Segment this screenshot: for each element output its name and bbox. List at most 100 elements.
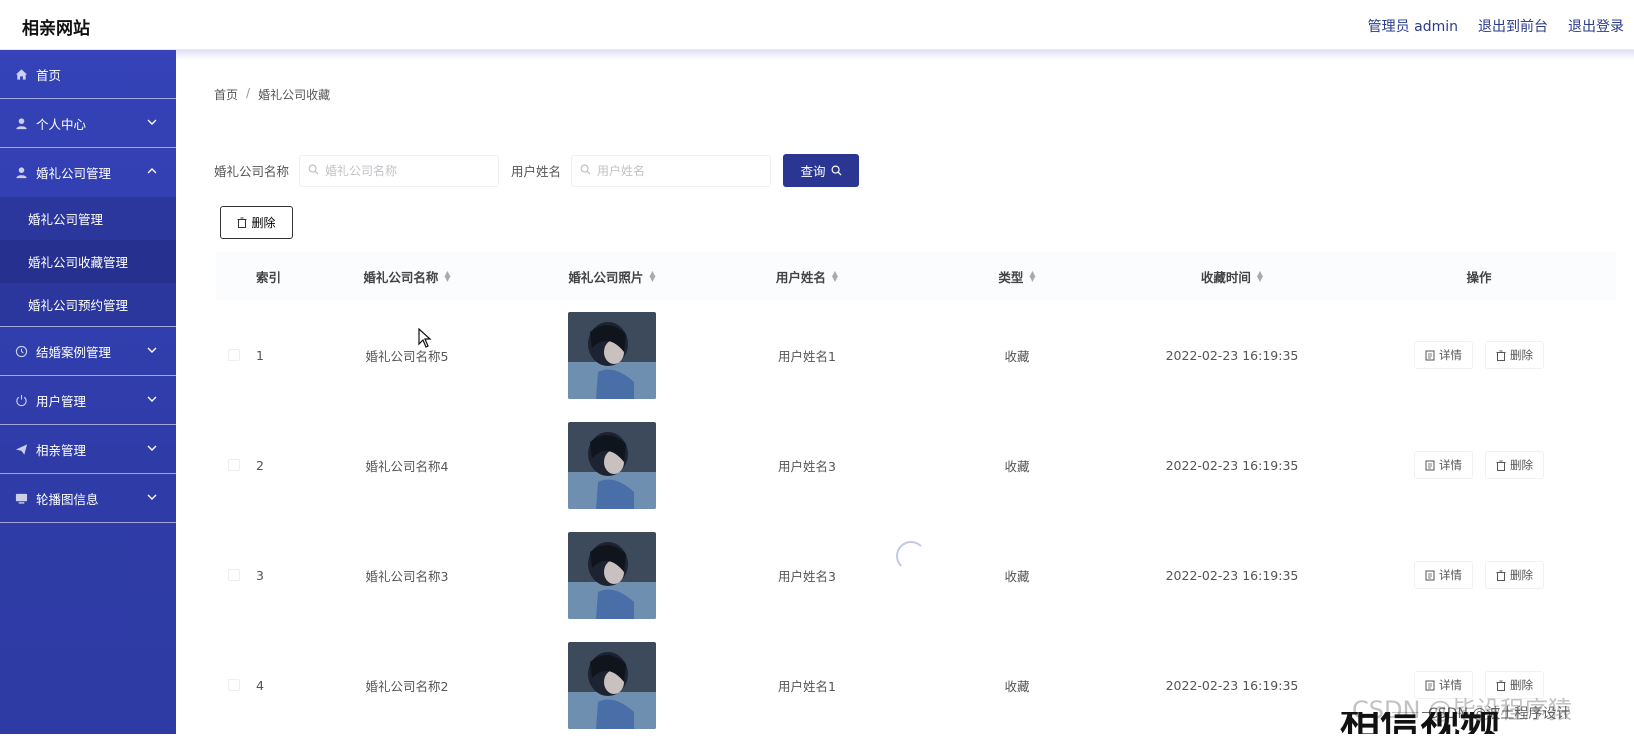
sidebar-item-carousel[interactable]: 轮播图信息 bbox=[0, 474, 176, 523]
row-checkbox-cell bbox=[216, 349, 252, 361]
breadcrumb-current: 婚礼公司收藏 bbox=[258, 88, 331, 102]
exit-to-front-link[interactable]: 退出到前台 bbox=[1478, 16, 1548, 36]
sidebar-item-label: 个人中心 bbox=[36, 116, 87, 132]
company-photo[interactable] bbox=[568, 531, 656, 619]
row-company-name: 婚礼公司名称3 bbox=[365, 568, 449, 584]
row-checkbox[interactable] bbox=[228, 459, 240, 471]
row-type: 收藏 bbox=[1004, 678, 1030, 694]
sidebar-item-label: 用户管理 bbox=[36, 393, 87, 409]
sidebar-item-home[interactable]: 首页 bbox=[0, 50, 176, 99]
breadcrumb-separator: / bbox=[246, 86, 251, 100]
row-checkbox[interactable] bbox=[228, 569, 240, 581]
user-name-input[interactable] bbox=[597, 163, 758, 178]
search-icon bbox=[308, 164, 319, 178]
row-company-name: 婚礼公司名称2 bbox=[365, 678, 449, 694]
row-ops: 详情 删除 bbox=[1342, 451, 1616, 479]
company-photo[interactable] bbox=[568, 641, 656, 729]
detail-button[interactable]: 详情 bbox=[1414, 341, 1473, 369]
table-header: 索引 婚礼公司名称 ▲ ▼ 婚礼公司照片 ▲ ▼ 用户姓名 ▲ ▼ 类型 ▲ ▼ 收藏时… bbox=[216, 252, 1616, 300]
detail-button[interactable]: 详情 bbox=[1414, 451, 1473, 479]
row-ops: 详情 删除 bbox=[1342, 341, 1616, 369]
query-button-label: 查询 bbox=[800, 165, 826, 179]
row-user-name: 用户姓名3 bbox=[778, 458, 836, 474]
sidebar-subitem-favorites[interactable]: 婚礼公司收藏管理 bbox=[0, 240, 176, 283]
row-checkbox[interactable] bbox=[228, 679, 240, 691]
row-photo-cell bbox=[522, 641, 702, 729]
header-type[interactable]: 类型 ▲ ▼ bbox=[912, 267, 1122, 286]
trash-icon bbox=[1496, 570, 1506, 581]
table-row: 3 婚礼公司名称3 用户姓名3 收藏 2022-02-23 16:19:35 详… bbox=[216, 520, 1616, 630]
chevron-down-icon bbox=[147, 347, 157, 353]
video-caption: 相信视频 bbox=[1340, 712, 1500, 734]
sidebar-item-personal[interactable]: 个人中心 bbox=[0, 99, 176, 148]
row-checkbox[interactable] bbox=[228, 349, 240, 361]
sidebar-item-cases[interactable]: 结婚案例管理 bbox=[0, 327, 176, 376]
detail-label: 详情 bbox=[1439, 348, 1462, 362]
delete-button[interactable]: 删除 bbox=[1485, 451, 1544, 479]
row-index: 3 bbox=[256, 567, 264, 583]
brand-title: 相亲网站 bbox=[22, 19, 90, 39]
trash-icon bbox=[1496, 680, 1506, 691]
row-time: 2022-02-23 16:19:35 bbox=[1165, 677, 1299, 693]
sidebar-group-wedding: 婚礼公司管理 婚礼公司管理 婚礼公司收藏管理 婚礼公司预约管理 bbox=[0, 148, 176, 327]
row-photo-cell bbox=[522, 311, 702, 399]
user-name-field bbox=[571, 154, 772, 187]
submenu: 婚礼公司管理 婚礼公司收藏管理 婚礼公司预约管理 bbox=[0, 197, 176, 326]
header-name[interactable]: 婚礼公司名称 ▲ ▼ bbox=[292, 267, 522, 286]
sidebar-item-users[interactable]: 用户管理 bbox=[0, 376, 176, 425]
chevron-down-icon bbox=[147, 119, 157, 125]
batch-delete-button[interactable]: 删除 bbox=[220, 206, 293, 239]
document-icon bbox=[1425, 570, 1435, 580]
sidebar-item-blind-date[interactable]: 相亲管理 bbox=[0, 425, 176, 474]
breadcrumb: 首页 / 婚礼公司收藏 bbox=[214, 86, 330, 103]
sidebar-item-wedding-mgmt[interactable]: 婚礼公司管理 bbox=[0, 148, 176, 197]
query-button[interactable]: 查询 bbox=[783, 154, 860, 187]
breadcrumb-home[interactable]: 首页 bbox=[214, 86, 238, 103]
row-index: 1 bbox=[256, 347, 264, 363]
row-type: 收藏 bbox=[1004, 458, 1030, 474]
trash-icon bbox=[1496, 350, 1506, 361]
company-photo[interactable] bbox=[568, 421, 656, 509]
company-photo[interactable] bbox=[568, 311, 656, 399]
sidebar-subitem-booking[interactable]: 婚礼公司预约管理 bbox=[0, 283, 176, 326]
row-type: 收藏 bbox=[1004, 348, 1030, 364]
row-index: 2 bbox=[256, 457, 264, 473]
row-checkbox-cell bbox=[216, 459, 252, 471]
row-photo-cell bbox=[522, 421, 702, 509]
sort-icon: ▲ ▼ bbox=[831, 269, 839, 283]
top-right-links: 管理员 admin 退出到前台 退出登录 bbox=[1368, 16, 1624, 36]
batch-delete-label: 删除 bbox=[251, 216, 276, 230]
sidebar-item-label: 首页 bbox=[36, 67, 62, 83]
company-name-field bbox=[299, 154, 500, 187]
detail-button[interactable]: 详情 bbox=[1414, 561, 1473, 589]
document-icon bbox=[1425, 350, 1435, 360]
user-icon bbox=[14, 166, 28, 180]
header-photo-label: 婚礼公司照片 bbox=[568, 269, 644, 285]
header-time[interactable]: 收藏时间 ▲ ▼ bbox=[1122, 267, 1342, 286]
clock-icon bbox=[14, 344, 28, 358]
search-icon bbox=[831, 165, 842, 176]
row-user-name: 用户姓名3 bbox=[778, 568, 836, 584]
sidebar-subitem-company[interactable]: 婚礼公司管理 bbox=[0, 197, 176, 240]
company-name-input[interactable] bbox=[325, 163, 486, 178]
chevron-down-icon bbox=[147, 445, 157, 451]
favorites-table: 索引 婚礼公司名称 ▲ ▼ 婚礼公司照片 ▲ ▼ 用户姓名 ▲ ▼ 类型 ▲ ▼ 收藏时… bbox=[216, 252, 1616, 740]
row-checkbox-cell bbox=[216, 679, 252, 691]
header-photo[interactable]: 婚礼公司照片 ▲ ▼ bbox=[522, 267, 702, 286]
header-name-label: 婚礼公司名称 bbox=[363, 269, 439, 285]
delete-label: 删除 bbox=[1510, 348, 1533, 362]
header-user[interactable]: 用户姓名 ▲ ▼ bbox=[702, 267, 912, 286]
row-ops-group: 详情 删除 bbox=[1414, 561, 1544, 589]
top-bar: 相亲网站 管理员 admin 退出到前台 退出登录 bbox=[0, 0, 1634, 50]
header-user-label: 用户姓名 bbox=[775, 269, 826, 285]
delete-label: 删除 bbox=[1510, 568, 1533, 582]
user-name-label: 用户姓名 bbox=[511, 164, 562, 179]
main-content: 首页 / 婚礼公司收藏 婚礼公司名称 用户姓名 查询 删除 索引 bbox=[176, 50, 1634, 734]
monitor-icon bbox=[14, 491, 28, 505]
logout-link[interactable]: 退出登录 bbox=[1568, 16, 1624, 36]
header-shadow bbox=[176, 50, 1634, 60]
document-icon bbox=[1425, 460, 1435, 470]
delete-button[interactable]: 删除 bbox=[1485, 561, 1544, 589]
sort-icon: ▲ ▼ bbox=[444, 269, 451, 283]
delete-button[interactable]: 删除 bbox=[1485, 341, 1544, 369]
